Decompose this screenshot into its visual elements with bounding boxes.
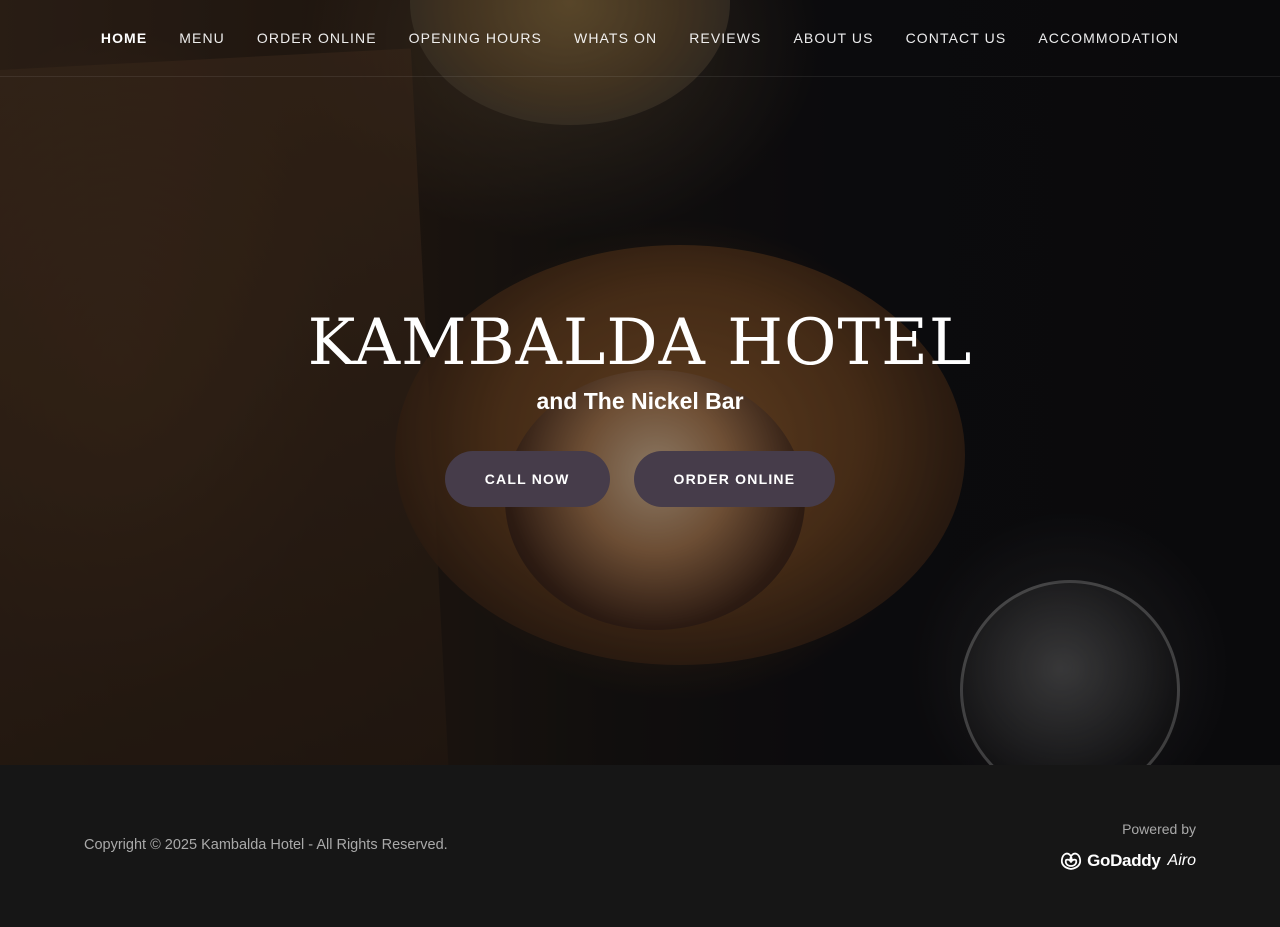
hero-subtitle: and The Nickel Bar	[536, 388, 744, 414]
hero-content: KAMBALDA HOTEL and The Nickel Bar CALL N…	[0, 300, 1280, 507]
copyright-text: Copyright © 2025 Kambalda Hotel - All Ri…	[84, 837, 448, 853]
order-online-button[interactable]: ORDER ONLINE	[633, 451, 836, 507]
nav-item-accommodation[interactable]: ACCOMMODATION	[1038, 30, 1179, 46]
site-footer: Copyright © 2025 Kambalda Hotel - All Ri…	[0, 765, 1280, 927]
nav-item-reviews[interactable]: REVIEWS	[689, 30, 761, 46]
nav-item-about-us[interactable]: ABOUT US	[793, 30, 873, 46]
hero-title: KAMBALDA HOTEL	[307, 306, 973, 380]
nav-item-home[interactable]: HOME	[101, 30, 147, 46]
hero-cta-row: CALL NOW ORDER ONLINE	[0, 451, 1280, 507]
call-now-button[interactable]: CALL NOW	[444, 451, 610, 507]
main-nav: HOME MENU ORDER ONLINE OPENING HOURS WHA…	[0, 0, 1280, 77]
hero-section: HOME MENU ORDER ONLINE OPENING HOURS WHA…	[0, 0, 1280, 765]
nav-item-order-online[interactable]: ORDER ONLINE	[257, 30, 377, 46]
godaddy-airo-link[interactable]: GoDaddy Airo	[1059, 851, 1196, 871]
brand-sub: Airo	[1167, 852, 1196, 869]
brand-name: GoDaddy	[1087, 851, 1161, 870]
powered-by-block: Powered by GoDaddy Airo	[1059, 821, 1196, 871]
nav-item-menu[interactable]: MENU	[179, 30, 225, 46]
nav-item-whats-on[interactable]: WHATS ON	[574, 30, 657, 46]
godaddy-logo-icon	[1059, 851, 1083, 871]
powered-by-label: Powered by	[1122, 821, 1196, 837]
nav-item-opening-hours[interactable]: OPENING HOURS	[409, 30, 542, 46]
nav-item-contact-us[interactable]: CONTACT US	[906, 30, 1007, 46]
